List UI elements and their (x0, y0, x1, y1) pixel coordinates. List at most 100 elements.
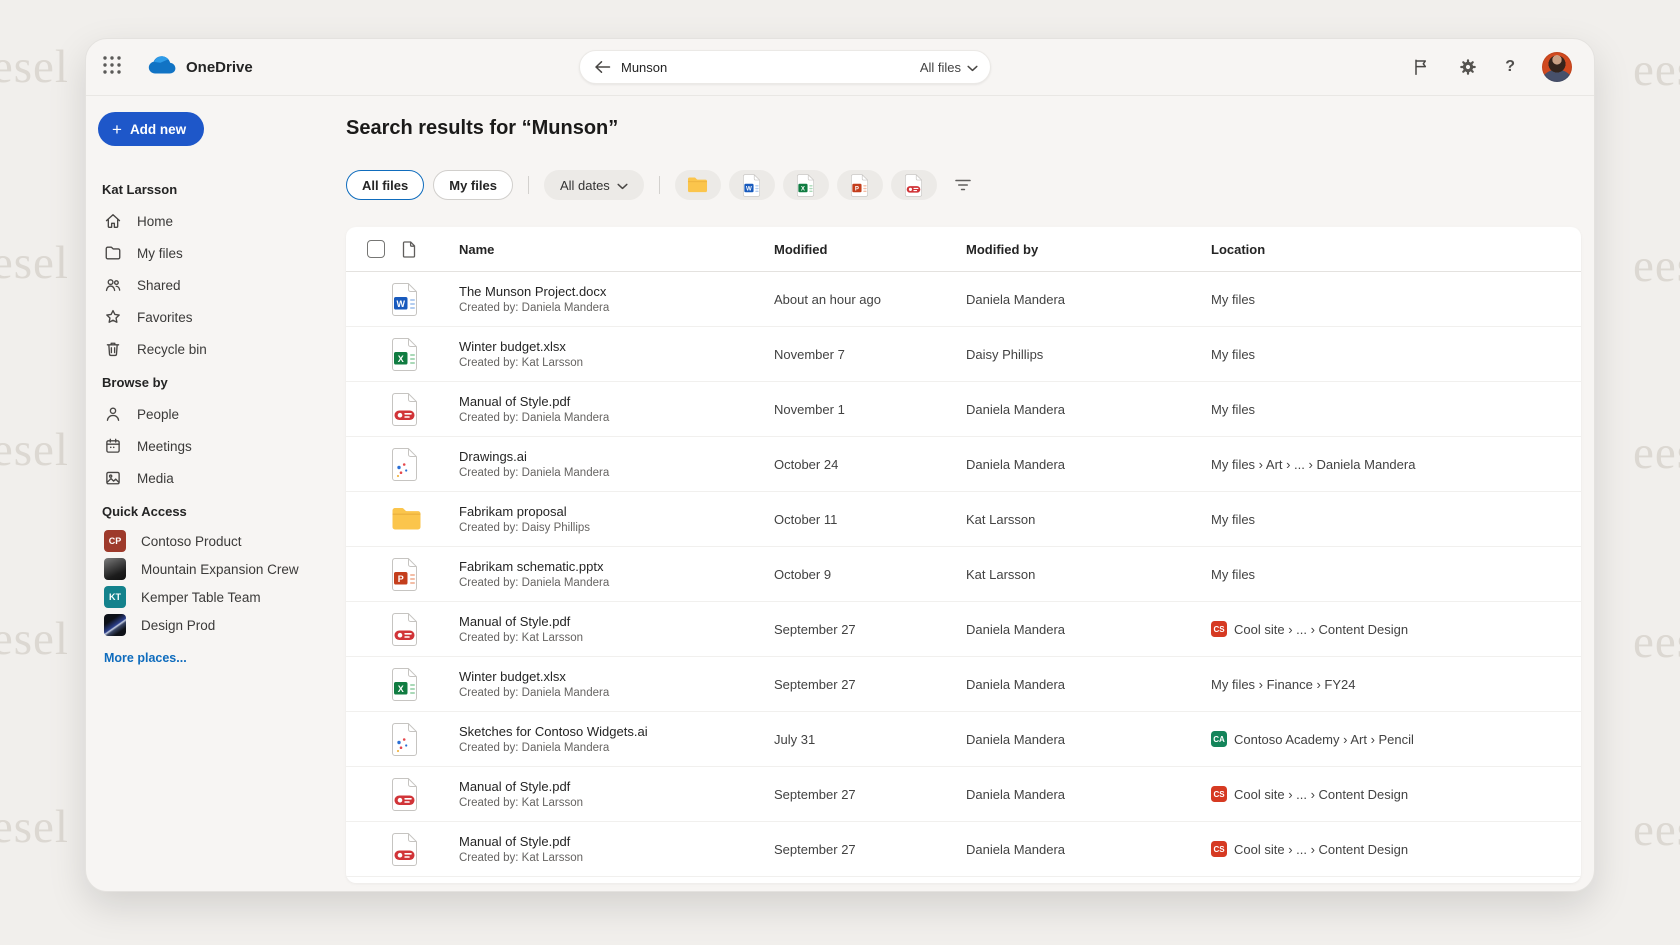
onedrive-cloud-icon (146, 55, 177, 80)
sidebar-item-meetings[interactable]: Meetings (98, 430, 344, 462)
table-row[interactable]: WThe Munson Project.docxCreated by: Dani… (346, 272, 1581, 327)
file-name[interactable]: Fabrikam schematic.pptx (459, 559, 774, 574)
sidebar-item-label: Shared (137, 278, 181, 293)
sidebar-item-shared[interactable]: Shared (98, 269, 344, 301)
file-location[interactable]: My files (1211, 347, 1581, 362)
file-location[interactable]: My files (1211, 402, 1581, 417)
file-modified: September 27 (774, 677, 966, 692)
filter-chip-pdf[interactable] (891, 170, 937, 200)
filter-chip-word[interactable]: W (729, 170, 775, 200)
search-box[interactable]: Munson All files (579, 50, 991, 84)
divider (659, 176, 660, 194)
table-row[interactable]: XWinter budget.xlsxCreated by: Daniela M… (346, 657, 1581, 712)
file-created-by: Created by: Daniela Mandera (459, 687, 774, 699)
file-created-by: Created by: Daisy Phillips (459, 522, 774, 534)
table-row[interactable]: Manual of Style.pdfCreated by: Daniela M… (346, 382, 1581, 437)
file-name[interactable]: Drawings.ai (459, 449, 774, 464)
file-location[interactable]: My files › Finance › FY24 (1211, 677, 1581, 692)
mountain-photo-icon (104, 558, 126, 580)
file-location[interactable]: My files (1211, 567, 1581, 582)
select-all-checkbox[interactable] (367, 240, 385, 258)
search-scope-dropdown[interactable]: All files (920, 60, 978, 75)
flag-icon[interactable] (1411, 57, 1431, 77)
file-name[interactable]: Manual of Style.pdf (459, 614, 774, 629)
pdf-icon (905, 174, 923, 196)
sidebar-section-header-kat-larsson: Kat Larsson (98, 172, 344, 205)
filter-chip-excel[interactable]: X (783, 170, 829, 200)
location-path: Contoso Academy › Art › Pencil (1234, 732, 1414, 747)
help-button[interactable]: ? (1505, 58, 1515, 76)
sidebar-item-design-prod[interactable]: Design Prod (98, 611, 344, 639)
sidebar-item-media[interactable]: Media (98, 462, 344, 494)
file-modified: November 7 (774, 347, 966, 362)
file-modified: About an hour ago (774, 292, 966, 307)
table-row[interactable]: XWinter budget.xlsxCreated by: Kat Larss… (346, 327, 1581, 382)
file-name[interactable]: The Munson Project.docx (459, 284, 774, 299)
sidebar-item-kemper-table-team[interactable]: KTKemper Table Team (98, 583, 344, 611)
file-location[interactable]: My files › Art › ... › Daniela Mandera (1211, 457, 1581, 472)
gear-icon[interactable] (1458, 57, 1478, 77)
file-location[interactable]: CAContoso Academy › Art › Pencil (1211, 731, 1581, 747)
kemper-table-team-tile-icon: KT (104, 586, 126, 608)
word-icon: W (743, 174, 761, 196)
add-new-button[interactable]: + Add new (98, 112, 204, 146)
column-header-modified-by[interactable]: Modified by (966, 242, 1211, 257)
filter-pill-my-files[interactable]: My files (433, 170, 513, 200)
file-name[interactable]: Manual of Style.pdf (459, 834, 774, 849)
sidebar-section-header-browse-by: Browse by (98, 365, 344, 398)
file-location[interactable]: My files (1211, 512, 1581, 527)
column-header-modified[interactable]: Modified (774, 242, 966, 257)
file-name[interactable]: Manual of Style.pdf (459, 394, 774, 409)
sidebar-item-contoso-product[interactable]: CPContoso Product (98, 527, 344, 555)
more-places-link[interactable]: More places... (104, 651, 344, 665)
column-header-location[interactable]: Location (1211, 242, 1581, 257)
filter-pill-all-dates[interactable]: All dates (544, 170, 644, 200)
file-name[interactable]: Winter budget.xlsx (459, 669, 774, 684)
sidebar-item-home[interactable]: Home (98, 205, 344, 237)
divider (528, 176, 529, 194)
table-row[interactable]: Sketches for Contoso Widgets.aiCreated b… (346, 712, 1581, 767)
table-row[interactable]: PFabrikam schematic.pptxCreated by: Dani… (346, 547, 1581, 602)
sidebar-item-my-files[interactable]: My files (98, 237, 344, 269)
topbar-actions: ? (1411, 52, 1594, 82)
location-path: My files › Finance › FY24 (1211, 677, 1356, 692)
file-location[interactable]: CSCool site › ... › Content Design (1211, 621, 1581, 637)
onedrive-brand[interactable]: OneDrive (146, 55, 253, 80)
filter-chip-folder[interactable] (675, 170, 721, 200)
folder-outline-icon (104, 244, 122, 262)
watermark-text: eesel (1633, 43, 1680, 97)
app-launcher-button[interactable] (92, 47, 132, 87)
filters-icon[interactable] (954, 178, 972, 192)
file-name[interactable]: Manual of Style.pdf (459, 779, 774, 794)
sidebar-item-people[interactable]: People (98, 398, 344, 430)
file-modified-by: Kat Larsson (966, 512, 1211, 527)
user-avatar[interactable] (1542, 52, 1572, 82)
file-name[interactable]: Winter budget.xlsx (459, 339, 774, 354)
brand-name: OneDrive (186, 59, 253, 76)
table-row[interactable]: Manual of Style.pdf Created by: Kat Larss… (346, 602, 1581, 657)
table-row[interactable]: Drawings.aiCreated by: Daniela ManderaOc… (346, 437, 1581, 492)
file-name[interactable]: Sketches for Contoso Widgets.ai (459, 724, 774, 739)
file-location[interactable]: CSCool site › ... › Content Design (1211, 786, 1581, 802)
file-created-by: Created by: Kat Larsson (459, 797, 774, 809)
table-row[interactable]: Fabrikam proposal Created by: Daisy Phill… (346, 492, 1581, 547)
sidebar-item-mountain-expansion-crew[interactable]: Mountain Expansion Crew (98, 555, 344, 583)
trash-icon (104, 340, 122, 358)
sidebar-item-recycle-bin[interactable]: Recycle bin (98, 333, 344, 365)
file-name[interactable]: Fabrikam proposal (459, 504, 774, 519)
search-query[interactable]: Munson (621, 60, 910, 75)
file-created-by: Created by: Daniela Mandera (459, 302, 774, 314)
file-created-by: Created by: Kat Larsson (459, 632, 774, 644)
table-row[interactable]: Manual of Style.pdf Created by: Kat Larss… (346, 767, 1581, 822)
contoso-product-tile-icon: CP (104, 530, 126, 552)
filter-pill-all-files[interactable]: All files (346, 170, 424, 200)
pdf-file-icon (391, 393, 418, 426)
file-location[interactable]: My files (1211, 292, 1581, 307)
table-row[interactable]: XWinter budget.xlsxCreated by: Kat Larss… (346, 877, 1581, 883)
search-back-icon[interactable] (594, 57, 611, 77)
sidebar-item-favorites[interactable]: Favorites (98, 301, 344, 333)
table-row[interactable]: Manual of Style.pdfCreated by: Kat Larss… (346, 822, 1581, 877)
column-header-name[interactable]: Name (459, 242, 774, 257)
file-location[interactable]: CSCool site › ... › Content Design (1211, 841, 1581, 857)
filter-chip-powerpoint[interactable]: P (837, 170, 883, 200)
